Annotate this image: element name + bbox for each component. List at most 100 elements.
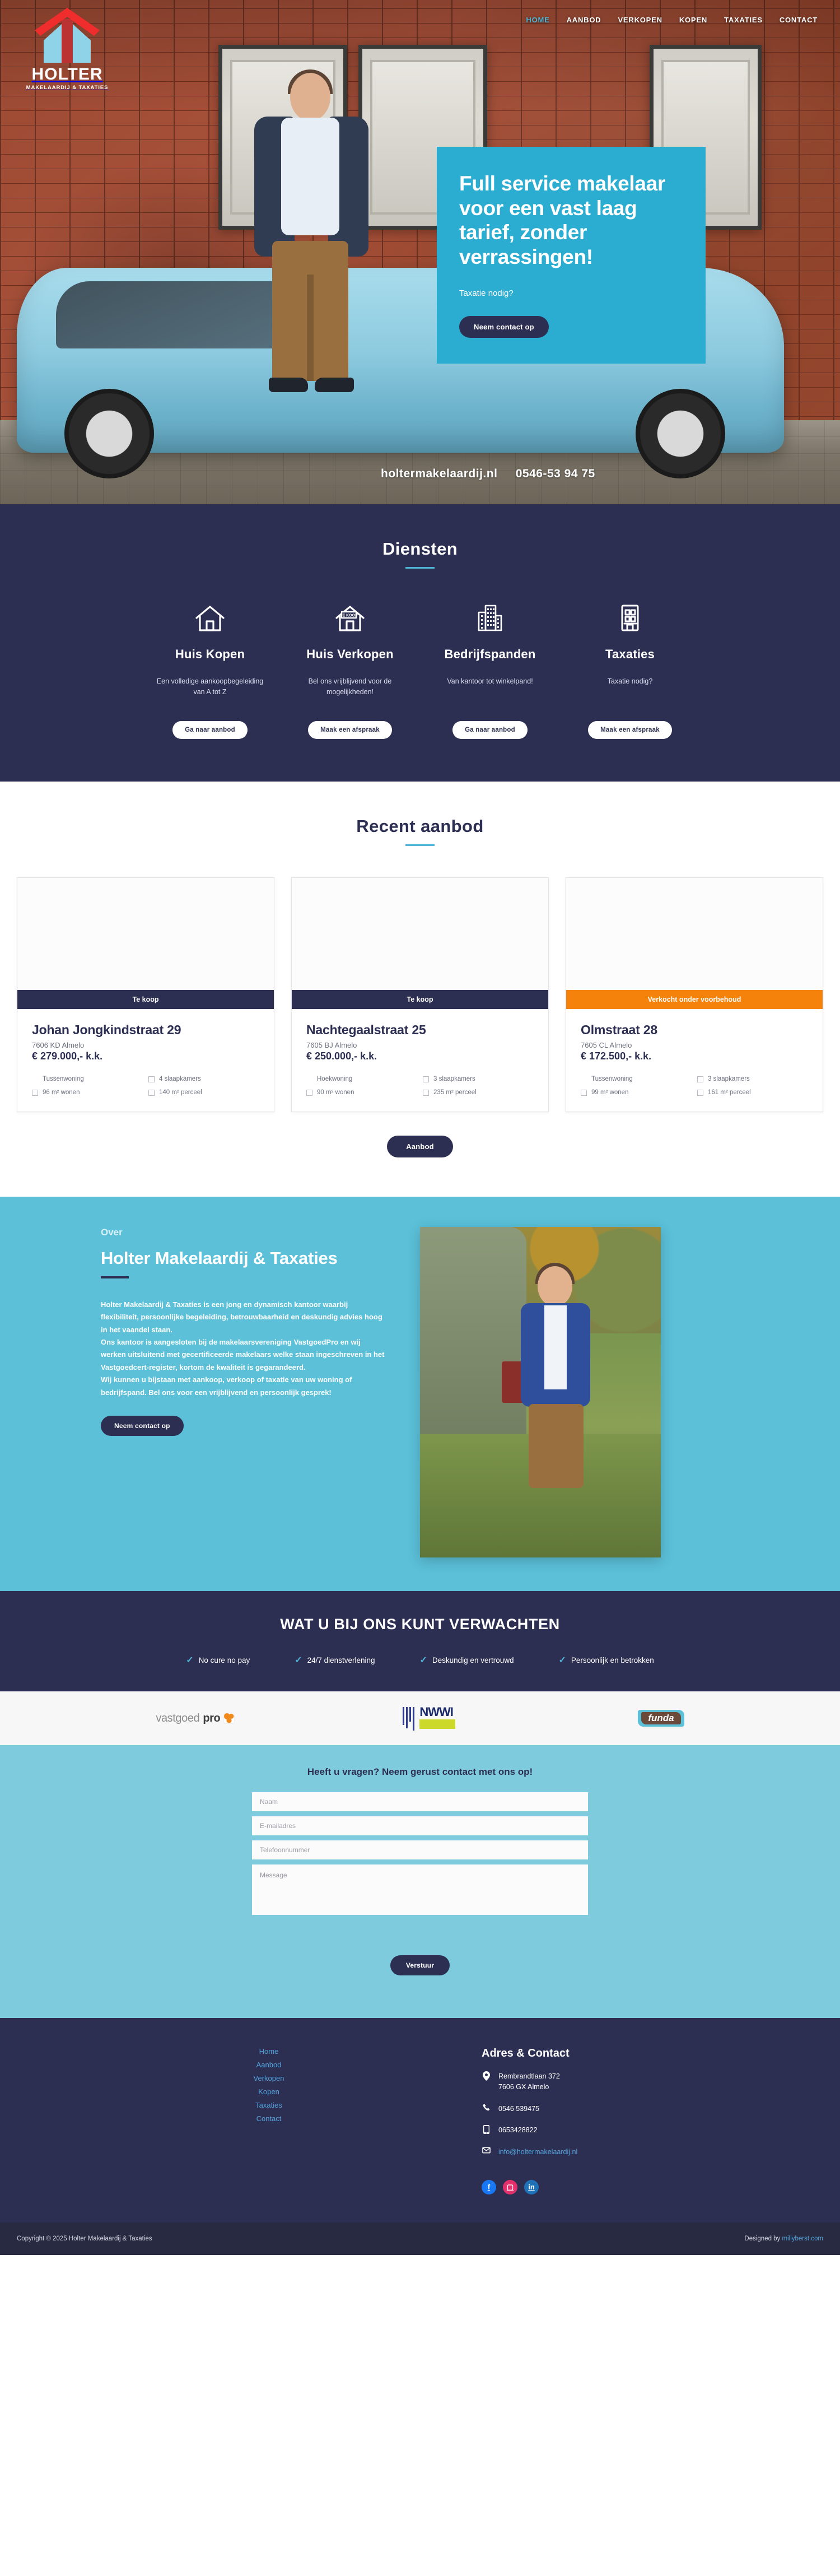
service-description: Een volledige aankoopbegeleiding van A t…: [156, 677, 264, 696]
property-details: Johan Jongkindstraat 29 7606 KD Almelo €…: [17, 1009, 274, 1112]
footer-link-aanbod[interactable]: Aanbod: [90, 2061, 448, 2069]
service-card-bedrijfspanden[interactable]: Bedrijfspanden Van kantoor tot winkelpan…: [420, 600, 560, 739]
contact-title: Heeft u vragen? Neem gerust contact met …: [307, 1766, 533, 1777]
service-card-huis-kopen[interactable]: Huis Kopen Een volledige aankoopbegeleid…: [140, 600, 280, 739]
vastgoedpro-text-bold: pro: [203, 1712, 221, 1724]
nwwi-logo[interactable]: NWWI: [403, 1705, 470, 1732]
vastgoedpro-mark-icon: [223, 1713, 235, 1724]
email-input[interactable]: [252, 1816, 588, 1835]
car-website: holtermakelaardij.nl: [381, 467, 498, 480]
hero-heading: Full service makelaar voor een vast laag…: [459, 172, 666, 268]
area-icon: [581, 1089, 587, 1096]
property-zip: 7606 KD Almelo: [32, 1041, 85, 1049]
contact-form: Verstuur: [252, 1792, 588, 1975]
recent-listings-section: Recent aanbod Te koop Johan Jongkindstra…: [0, 782, 840, 1197]
nav-item-aanbod[interactable]: AANBOD: [567, 16, 601, 24]
service-card-taxaties[interactable]: Taxaties Taxatie nodig? Maak een afspraa…: [560, 600, 700, 739]
title-underline: [405, 844, 435, 846]
nav-item-contact[interactable]: CONTACT: [780, 16, 818, 24]
location-pin-icon: [482, 2071, 491, 2081]
credits: Designed by millyberst.com: [744, 2235, 823, 2242]
footer-link-kopen[interactable]: Kopen: [90, 2087, 448, 2096]
footer-phone: 0546 539475: [498, 2104, 539, 2113]
footer-email-link[interactable]: info@holtermakelaardij.nl: [498, 2147, 577, 2157]
footer-mobile: 0653428822: [498, 2126, 538, 2135]
property-price: € 250.000,- k.k.: [306, 1050, 377, 1062]
footer-contact-column: Adres & Contact Rembrandtlaan 372 7606 G…: [448, 2047, 750, 2194]
service-name: Huis Kopen: [175, 647, 245, 661]
hero-contact-button[interactable]: Neem contact op: [459, 315, 549, 338]
about-paragraph-3: Wij kunnen u bijstaan met aankoop, verko…: [101, 1375, 352, 1397]
service-cta-button[interactable]: Ga naar aanbod: [452, 721, 528, 739]
plot-icon: [697, 1089, 703, 1096]
expectations-title: WAT U BIJ ONS KUNT VERWACHTEN: [280, 1616, 560, 1633]
spec-bedrooms: 3 slaapkamers: [708, 1076, 750, 1082]
spec-plot: 235 m² perceel: [433, 1089, 477, 1096]
about-contact-button[interactable]: Neem contact op: [101, 1415, 184, 1436]
nav-item-verkopen[interactable]: VERKOPEN: [618, 16, 662, 24]
footer-address-line1: Rembrandtlaan 372: [498, 2072, 560, 2080]
submit-button[interactable]: Verstuur: [390, 1955, 450, 1975]
expectation-item: ✓ Persoonlijk en betrokken: [558, 1654, 654, 1666]
contact-form-section: Heeft u vragen? Neem gerust contact met …: [0, 1745, 840, 2015]
facebook-icon[interactable]: f: [482, 2179, 496, 2194]
nav-item-taxaties[interactable]: TAXATIES: [724, 16, 763, 24]
footer-link-verkopen[interactable]: Verkopen: [90, 2074, 448, 2082]
site-header: HOLTER MAKELAARDIJ & TAXATIES HOME AANBO…: [0, 0, 840, 91]
footer-link-taxaties[interactable]: Taxaties: [90, 2101, 448, 2109]
spec-type: Hoekwoning: [317, 1076, 353, 1082]
property-address: Olmstraat 28: [581, 1022, 657, 1037]
nav-item-kopen[interactable]: KOPEN: [679, 16, 707, 24]
house-logo-icon: [28, 4, 106, 65]
name-input[interactable]: [252, 1792, 588, 1811]
property-price: € 279.000,- k.k.: [32, 1050, 103, 1062]
service-name: Bedrijfspanden: [444, 647, 536, 661]
service-cta-button[interactable]: Maak een afspraak: [308, 721, 392, 739]
property-card[interactable]: Te koop Johan Jongkindstraat 29 7606 KD …: [17, 877, 274, 1112]
expectation-label: Persoonlijk en betrokken: [571, 1656, 654, 1664]
footer-link-contact[interactable]: Contact: [90, 2114, 448, 2123]
phone-input[interactable]: [252, 1840, 588, 1859]
status-badge: Te koop: [17, 990, 274, 1009]
property-card[interactable]: Verkocht onder voorbehoud Olmstraat 28 7…: [566, 877, 823, 1112]
service-cta-button[interactable]: Ga naar aanbod: [172, 721, 248, 739]
check-icon: ✓: [419, 1656, 427, 1665]
footer-navigation: Home Aanbod Verkopen Kopen Taxaties Cont…: [90, 2047, 448, 2194]
vastgoedpro-text-light: vastgoed: [156, 1712, 200, 1724]
designer-link[interactable]: millyberst.com: [782, 2235, 823, 2242]
plot-icon: [148, 1089, 155, 1096]
area-icon: [306, 1089, 312, 1096]
expectations-section: WAT U BIJ ONS KUNT VERWACHTEN ✓ No cure …: [0, 1591, 840, 1691]
linkedin-icon[interactable]: in: [524, 2179, 539, 2194]
expectation-item: ✓ Deskundig en vertrouwd: [419, 1654, 514, 1666]
view-all-listings-button[interactable]: Aanbod: [387, 1136, 453, 1157]
service-cta-button[interactable]: Maak een afspraak: [588, 721, 672, 739]
service-name: Taxaties: [605, 647, 655, 661]
spec-type: Tussenwoning: [43, 1076, 84, 1082]
mobile-phone-icon: [482, 2125, 491, 2135]
service-card-huis-verkopen[interactable]: TE KOOP Huis Verkopen Bel ons vrijblijve…: [280, 600, 420, 739]
about-text-column: Over Holter Makelaardij & Taxaties Holte…: [84, 1227, 386, 1436]
about-kicker: Over: [101, 1227, 123, 1238]
spec-living: 96 m² wonen: [43, 1089, 80, 1096]
instagram-icon[interactable]: ▢: [503, 2179, 517, 2194]
property-details: Nachtegaalstraat 25 7605 BJ Almelo € 250…: [292, 1009, 548, 1112]
spec-plot: 161 m² perceel: [708, 1089, 751, 1096]
nav-item-home[interactable]: HOME: [526, 16, 549, 24]
house-for-sale-icon: TE KOOP: [290, 600, 410, 637]
spec-bedrooms: 3 slaapkamers: [433, 1076, 475, 1082]
bed-icon: [423, 1076, 429, 1082]
funda-logo[interactable]: funda: [638, 1710, 684, 1727]
property-specs: Tussenwoning 3 slaapkamers 99 m² wonen 1…: [581, 1076, 808, 1096]
property-photo: [17, 878, 274, 990]
about-paragraph-1: Holter Makelaardij & Taxaties is een jon…: [101, 1300, 382, 1334]
listings-grid: Te koop Johan Jongkindstraat 29 7606 KD …: [0, 877, 840, 1112]
property-photo: [292, 878, 548, 990]
site-logo[interactable]: HOLTER MAKELAARDIJ & TAXATIES: [22, 0, 112, 91]
footer-mobile-row: 0653428822: [482, 2125, 750, 2136]
footer-link-home[interactable]: Home: [90, 2047, 448, 2056]
property-card[interactable]: Te koop Nachtegaalstraat 25 7605 BJ Alme…: [291, 877, 549, 1112]
vastgoedpro-logo[interactable]: vastgoed pro: [156, 1712, 235, 1725]
check-icon: ✓: [186, 1656, 194, 1665]
message-input[interactable]: [252, 1864, 588, 1915]
